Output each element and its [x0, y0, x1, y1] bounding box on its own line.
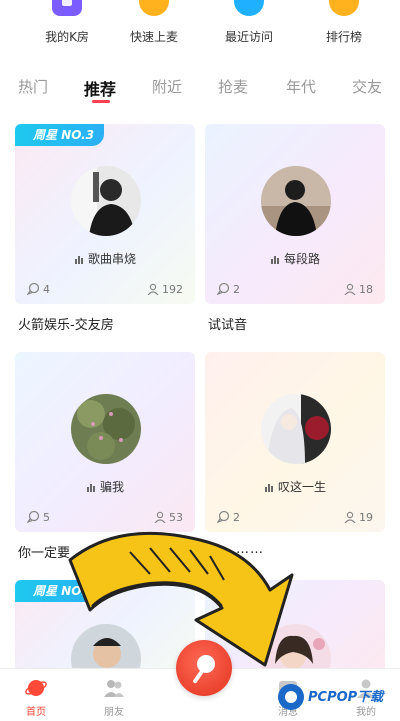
watermark-text: PCPOP下载 [308, 690, 384, 705]
sing-mic-button[interactable] [176, 640, 232, 696]
song-name: 骗我 [99, 480, 124, 494]
room-card[interactable]: 叹这一生 2 19 [205, 352, 385, 532]
recent-visit-icon [234, 0, 264, 16]
friends-icon [104, 680, 124, 697]
music-bars-icon [86, 484, 95, 492]
song-name: 歌曲串烧 [87, 252, 136, 266]
comment-count: 4 [26, 282, 50, 296]
comment-count: 2 [216, 510, 240, 524]
music-bars-icon [74, 256, 83, 264]
room-card[interactable]: 周星 NO.3 歌曲串烧 4 192 [15, 124, 195, 304]
nav-home[interactable]: 首页 [6, 669, 66, 721]
nav-friends[interactable]: 朋友 [84, 669, 144, 721]
listener-count: 18 [344, 283, 373, 296]
room-card[interactable]: 每段路 2 18 [205, 124, 385, 304]
quick-action-label: 快速上麦 [129, 30, 178, 44]
listener-count: 192 [147, 283, 183, 296]
listener-count: 19 [344, 511, 373, 524]
song-label: 每段路 [205, 250, 385, 267]
song-name: 每段路 [283, 252, 320, 266]
comment-icon [216, 282, 230, 296]
comment-icon [216, 510, 230, 524]
room-title[interactable]: 你一定要 [18, 542, 70, 561]
listener-count: 53 [154, 511, 183, 524]
quick-mic-icon [139, 0, 169, 16]
music-bars-icon [270, 256, 279, 264]
room-title[interactable]: 试试音 [208, 314, 247, 333]
person-icon [154, 511, 166, 524]
tab-nearby[interactable]: 附近 [152, 76, 182, 97]
quick-action-label: 排行榜 [325, 30, 362, 44]
pcpop-watermark: PCPOP下载 [276, 680, 396, 716]
category-tabs: 热门 推荐 附近 抢麦 年代 交友 [0, 70, 400, 104]
person-icon [344, 283, 356, 296]
music-bars-icon [264, 484, 273, 492]
comment-icon [26, 510, 40, 524]
comment-count: 2 [216, 282, 240, 296]
planet-icon [25, 680, 47, 696]
room-title[interactable]: 火箭娱乐-交友房 [18, 314, 114, 333]
avatar [71, 394, 141, 464]
tab-era[interactable]: 年代 [286, 76, 316, 97]
song-label: 叹这一生 [205, 478, 385, 495]
weekly-star-badge: 周星 NO.3 [15, 124, 105, 146]
room-card[interactable]: 骗我 5 53 [15, 352, 195, 532]
tab-make-friends[interactable]: 交友 [352, 76, 382, 97]
tab-hot[interactable]: 热门 [18, 76, 48, 97]
song-label: 歌曲串烧 [15, 250, 195, 267]
person-icon [344, 511, 356, 524]
tab-recommended[interactable]: 推荐 [84, 76, 116, 100]
avatar [261, 394, 331, 464]
k-room-icon [52, 0, 82, 16]
room-title[interactable]: ………… [208, 542, 264, 557]
quick-actions: 我的K房 快速上麦 最近访问 排行榜 [0, 0, 400, 56]
song-label: 骗我 [15, 478, 195, 495]
tab-active-indicator [92, 100, 110, 103]
comment-count: 5 [26, 510, 50, 524]
quick-action-label: 最近访问 [224, 30, 273, 44]
room-card[interactable]: 周星 NO.5 [15, 580, 195, 680]
tab-grab-mic[interactable]: 抢麦 [218, 76, 248, 97]
room-card[interactable] [205, 580, 385, 680]
comment-icon [26, 282, 40, 296]
microphone-icon [193, 655, 215, 684]
song-name: 叹这一生 [277, 480, 326, 494]
avatar [261, 166, 331, 236]
pcpop-logo-icon [278, 684, 304, 710]
avatar [71, 166, 141, 236]
quick-action-label: 我的K房 [45, 30, 89, 44]
trophy-icon [329, 0, 359, 16]
weekly-star-badge: 周星 NO.5 [15, 580, 105, 602]
person-icon [147, 283, 159, 296]
